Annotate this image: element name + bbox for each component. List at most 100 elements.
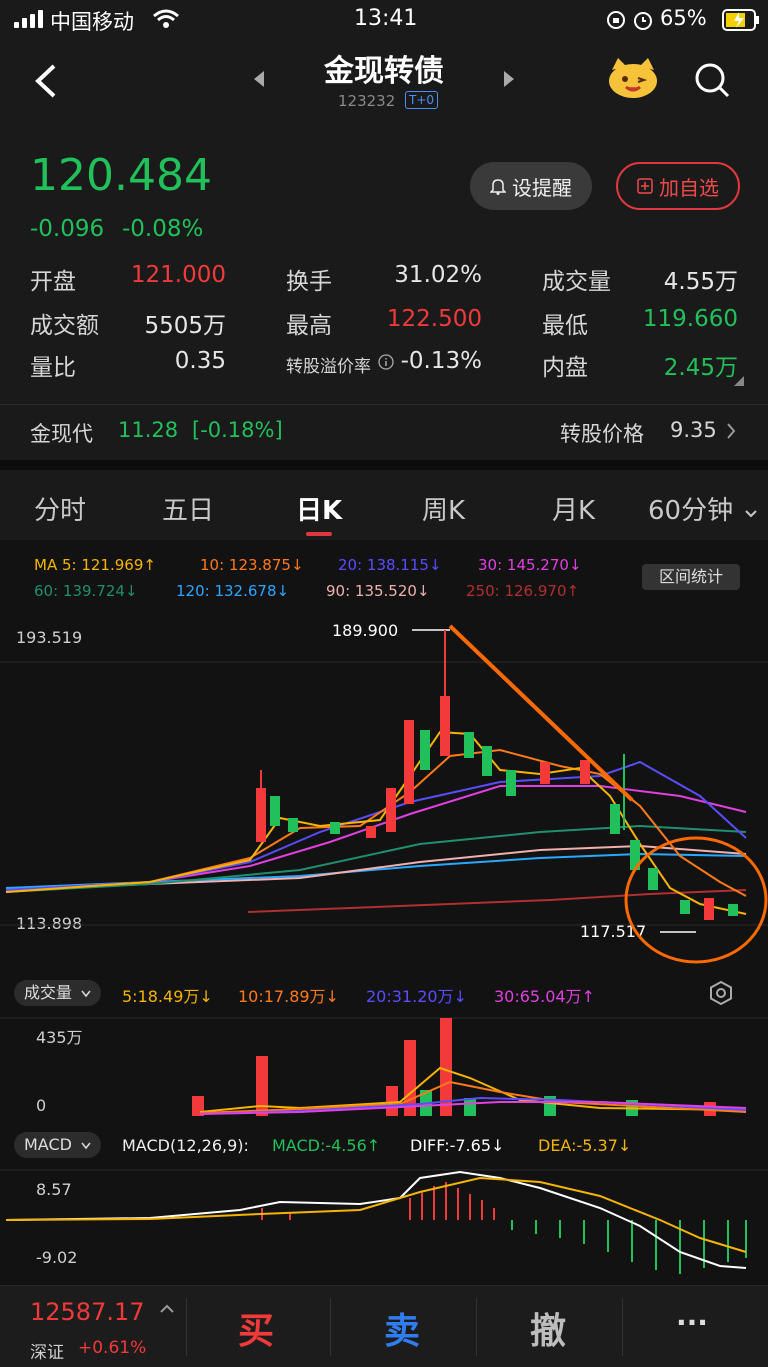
macd-indicator-dropdown[interactable]: MACD (14, 1132, 102, 1158)
add-watchlist-label: 加自选 (659, 175, 719, 200)
price-change: -0.096 (30, 216, 105, 242)
sell-button[interactable]: 卖 (384, 1302, 420, 1354)
candle (386, 788, 396, 832)
price-change-pct: -0.08% (122, 216, 204, 242)
tab-monthly-k[interactable]: 月K (552, 490, 595, 527)
tab-intraday[interactable]: 分时 (34, 490, 86, 527)
candle (366, 826, 376, 838)
bell-icon (490, 179, 506, 195)
macd-item: MACD:-4.56↑ (272, 1136, 381, 1155)
volume-chart[interactable] (0, 1016, 768, 1120)
alarm-icon (634, 12, 652, 30)
last-price: 120.484 (30, 150, 212, 201)
clock: 13:41 (354, 6, 418, 31)
divider (186, 1298, 187, 1356)
field-value: 2.45万 (663, 355, 738, 381)
dea-line (5, 1176, 747, 1253)
divider (476, 1298, 477, 1356)
macd-params: MACD(12,26,9): (122, 1136, 249, 1155)
chevron-down-icon (81, 990, 91, 998)
candle (288, 818, 298, 832)
period-tabs: 分时 五日 日K 周K 月K 60分钟 (0, 470, 768, 540)
index-name: 深证 (30, 1343, 64, 1363)
cancel-order-button[interactable]: 撤 (530, 1302, 566, 1354)
battery-icon (722, 9, 759, 31)
ma-legend-item: 90: 135.520↓ (326, 582, 430, 600)
status-bar: 中国移动 13:41 65% (0, 0, 768, 40)
field-value: 122.500 (386, 306, 482, 332)
buy-button[interactable]: 买 (238, 1302, 274, 1354)
index-value: 12587.17 (30, 1298, 145, 1326)
field-value: 31.02% (394, 262, 482, 288)
vol-ma-item: 20:31.20万↓ (366, 987, 467, 1006)
search-icon[interactable] (692, 60, 732, 100)
plus-square-icon (637, 178, 653, 194)
add-watchlist-button[interactable]: 加自选 (616, 162, 740, 210)
conversion-price-label: 转股价格 (560, 422, 644, 446)
field-label: 最低 (542, 313, 588, 339)
field-label: 转股溢价率 (286, 357, 371, 377)
field-label: 量比 (30, 355, 76, 381)
candle (680, 900, 690, 914)
kline-chart[interactable] (0, 600, 768, 970)
volume-indicator-dropdown[interactable]: 成交量 (14, 980, 102, 1006)
volume-bar (464, 1098, 476, 1116)
underlying-stock-row[interactable]: 金现代 11.28 [-0.18%] 转股价格 9.35 (0, 406, 768, 460)
next-stock-icon[interactable] (502, 70, 516, 88)
active-tab-indicator (306, 532, 332, 536)
field-value: 4.55万 (663, 269, 738, 295)
tab-daily-k[interactable]: 日K (296, 490, 342, 527)
set-alert-button[interactable]: 设提醒 (470, 162, 592, 210)
range-stats-button[interactable]: 区间统计 (642, 564, 740, 590)
underlying-name: 金现代 (30, 422, 93, 446)
candle (482, 746, 492, 776)
battery-percent: 65% (660, 6, 707, 30)
candle (330, 822, 340, 834)
ma10-line (5, 748, 747, 897)
field-label: 开盘 (30, 269, 76, 295)
settings-hex-icon[interactable] (708, 980, 734, 1006)
mascot-avatar-icon[interactable] (606, 54, 660, 100)
macd-chart[interactable] (0, 1168, 768, 1282)
bond-code: 123232 (338, 92, 396, 110)
tab-weekly-k[interactable]: 周K (422, 490, 465, 527)
ma-legend-item: 120: 132.678↓ (176, 582, 290, 600)
chevron-right-icon (727, 423, 736, 439)
field-label: 换手 (286, 269, 332, 295)
macd-histogram (261, 1182, 747, 1274)
section-gap (0, 460, 768, 470)
divider (330, 1298, 331, 1356)
macd-item: DEA:-5.37↓ (538, 1136, 632, 1155)
candle (580, 760, 590, 784)
set-alert-label: 设提醒 (512, 175, 572, 200)
nav-header: 金现转债 123232 T+0 (0, 40, 768, 122)
underlying-price: 11.28 (118, 418, 179, 442)
t-plus-badge: T+0 (405, 91, 439, 109)
circle-annotation (624, 836, 768, 964)
expand-corner-icon[interactable] (734, 376, 744, 386)
chart-area: MA 5: 121.969↑ 10: 123.875↓ 20: 138.115↓… (0, 540, 768, 1285)
field-label: 内盘 (542, 355, 588, 381)
ma-legend-item: 20: 138.115↓ (338, 556, 442, 574)
ma-legend-item: 60: 139.724↓ (34, 582, 138, 600)
carrier-name: 中国移动 (50, 10, 134, 34)
candle (404, 720, 414, 804)
vol-ma-item: 10:17.89万↓ (238, 987, 339, 1006)
candle (464, 732, 474, 758)
candle (648, 868, 658, 890)
field-value: 121.000 (130, 262, 226, 288)
ma250-line (247, 889, 747, 913)
volume-bar (386, 1086, 398, 1116)
tab-60min[interactable]: 60分钟 (648, 490, 758, 527)
more-button[interactable]: ··· (676, 1306, 708, 1339)
vol-ma-item: 5:18.49万↓ (122, 987, 213, 1006)
index-ticker[interactable]: 12587.17 深证 +0.61% (0, 1286, 178, 1367)
field-value: 119.660 (642, 306, 738, 332)
ma-legend-item: 10: 123.875↓ (200, 556, 304, 574)
field-label: 成交额 (30, 313, 99, 339)
tab-five-day[interactable]: 五日 (162, 490, 214, 527)
bottom-action-bar: 12587.17 深证 +0.61% 买 卖 撤 ··· (0, 1285, 768, 1367)
macd-dropdown-label: MACD (24, 1135, 72, 1154)
volume-dropdown-label: 成交量 (24, 983, 73, 1002)
lock-rotation-icon (607, 11, 625, 29)
